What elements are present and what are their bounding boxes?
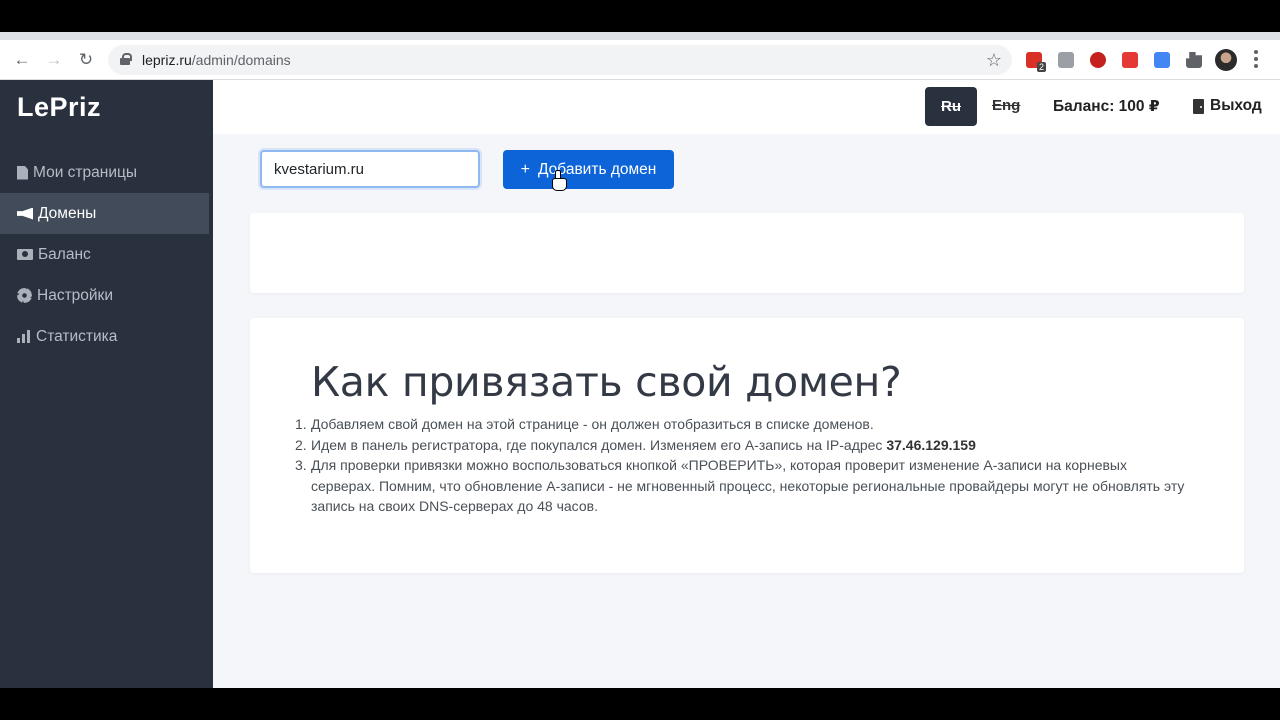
app-logo[interactable]: LePriz: [17, 92, 101, 123]
domain-input[interactable]: [260, 150, 480, 188]
bullhorn-icon: [17, 207, 33, 220]
forward-arrow-icon[interactable]: →: [44, 50, 64, 70]
list-item: 2. Идем в панель регистратора, где покупа…: [295, 435, 1191, 456]
instructions-title: Как привязать свой домен?: [311, 358, 902, 406]
domains-list-card: [250, 213, 1244, 293]
step-number: 1.: [295, 416, 307, 432]
extension-red-icon[interactable]: 2: [1026, 52, 1046, 72]
translate-icon[interactable]: [1154, 52, 1170, 68]
screen: ← → ↻ lepriz.ru/admin/domains ☆ 2 LePriz…: [0, 0, 1280, 720]
code-extension-icon[interactable]: [1058, 52, 1074, 68]
sidebar: LePriz Мои страницы Домены Баланс Настро…: [0, 80, 213, 688]
sidebar-item-settings[interactable]: Настройки: [0, 275, 213, 316]
list-item: 1. Добавляем свой домен на этой странице …: [295, 414, 1191, 435]
extension-circle-icon[interactable]: [1090, 52, 1106, 68]
window-bottom-bar: [0, 688, 1280, 720]
step-text: Для проверки привязки можно воспользоват…: [311, 457, 1185, 514]
url-path: /admin/domains: [191, 52, 291, 68]
tab-strip: [0, 32, 1280, 40]
balance-display[interactable]: Баланс: 100 ₽: [1053, 97, 1160, 116]
sidebar-item-domains[interactable]: Домены: [0, 193, 209, 234]
window-top-bar: [0, 0, 1280, 32]
step-text: Добавляем свой домен на этой странице - …: [311, 416, 874, 432]
instructions-card: Как привязать свой домен? 1. Добавляем св…: [250, 318, 1244, 573]
bar-chart-icon: [17, 330, 31, 343]
browser-menu-icon[interactable]: [1254, 50, 1258, 68]
door-icon: [1193, 98, 1204, 114]
logout-button[interactable]: Выход: [1193, 97, 1262, 115]
sidebar-item-label: Статистика: [36, 327, 118, 345]
sidebar-item-statistics[interactable]: Статистика: [0, 316, 213, 357]
list-item: 3. Для проверки привязки можно воспользов…: [295, 455, 1191, 517]
url-host: lepriz.ru: [142, 52, 192, 68]
sidebar-item-label: Мои страницы: [33, 163, 137, 181]
browser-toolbar: ← → ↻ lepriz.ru/admin/domains ☆ 2: [0, 40, 1280, 80]
step-number: 3.: [295, 457, 307, 473]
step-number: 2.: [295, 436, 307, 453]
extension-square-icon[interactable]: [1122, 52, 1138, 68]
sidebar-item-label: Домены: [38, 204, 97, 222]
bookmark-star-icon[interactable]: ☆: [986, 50, 1002, 70]
sidebar-item-label: Баланс: [38, 245, 91, 263]
back-arrow-icon[interactable]: ←: [12, 50, 32, 70]
reload-icon[interactable]: ↻: [76, 50, 96, 70]
sidebar-item-my-pages[interactable]: Мои страницы: [0, 152, 213, 193]
url-text: lepriz.ru/admin/domains: [142, 52, 291, 68]
address-bar[interactable]: lepriz.ru/admin/domains ☆: [108, 45, 1012, 75]
logout-label: Выход: [1210, 97, 1262, 114]
ip-address: 37.46.129.159: [886, 436, 976, 453]
file-icon: [17, 165, 28, 180]
page-viewport: LePriz Мои страницы Домены Баланс Настро…: [0, 80, 1280, 688]
top-header: Ru Eng Баланс: 100 ₽ Выход: [213, 80, 1280, 134]
puzzle-icon[interactable]: [1186, 52, 1202, 68]
extension-badge: 2: [1036, 62, 1046, 72]
lang-ru-button[interactable]: Ru: [925, 87, 977, 126]
sidebar-item-balance[interactable]: Баланс: [0, 234, 213, 275]
sidebar-menu: Мои страницы Домены Баланс Настройки Ста…: [0, 152, 213, 357]
instructions-list: 1. Добавляем свой домен на этой странице …: [295, 414, 1191, 517]
money-icon: [17, 249, 33, 260]
lock-icon: [120, 53, 132, 65]
add-domain-button[interactable]: + Добавить домен: [503, 150, 674, 189]
plus-icon: +: [520, 160, 531, 178]
step-text: Идем в панель регистратора, где покупалс…: [311, 436, 887, 453]
lang-en-button[interactable]: Eng: [992, 97, 1020, 114]
sidebar-item-label: Настройки: [37, 286, 114, 304]
profile-avatar[interactable]: [1215, 49, 1237, 71]
hand-cursor-icon: [552, 170, 567, 191]
gear-icon: [17, 288, 32, 303]
